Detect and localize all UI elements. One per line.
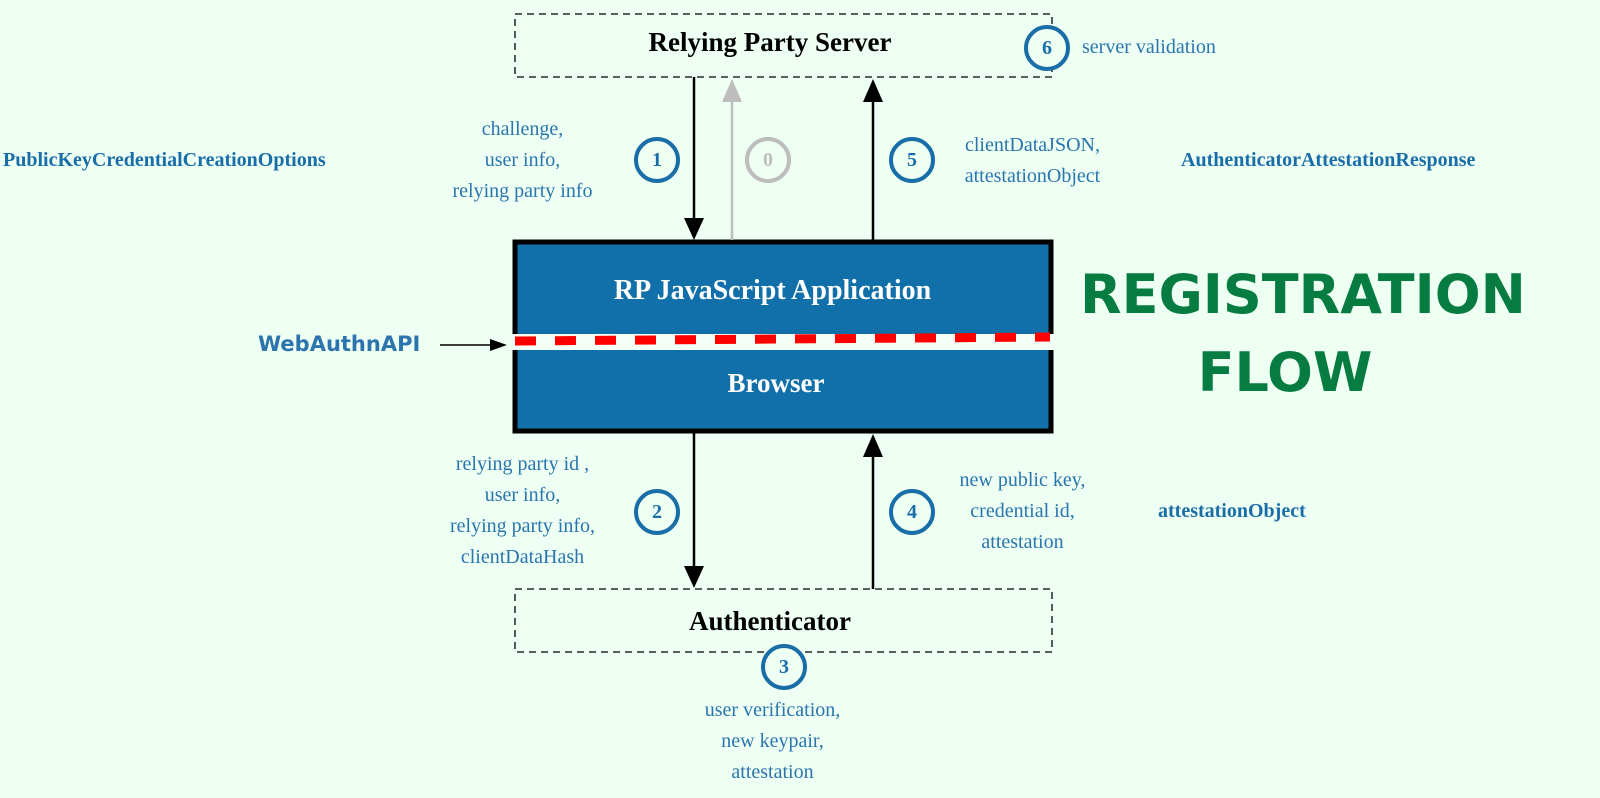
step-5-line: clientDataJSON,: [965, 134, 1100, 156]
title-line-1: REGISTRATION: [1080, 263, 1526, 326]
arrowhead-step-5: [863, 79, 883, 102]
attestation-object-type-label: attestationObject: [1158, 500, 1306, 522]
step-2-badge: 2: [634, 489, 680, 535]
step-3-badge: 3: [761, 644, 807, 690]
webauthn-api-label: WebAuthnAPI: [258, 332, 421, 356]
step-5-badge: 5: [889, 137, 935, 183]
step-6-line: server validation: [1082, 36, 1216, 58]
registration-flow-title: REGISTRATION FLOW: [1080, 256, 1526, 412]
step-0-badge: 0: [745, 137, 791, 183]
creation-options-type-label: PublicKeyCredentialCreationOptions: [3, 149, 326, 171]
step-2-line: relying party id ,: [455, 453, 590, 475]
step-1-line: relying party info: [452, 180, 593, 202]
step-1-line: challenge,: [481, 118, 564, 140]
webauthn-pointer-arrowhead: [490, 339, 507, 351]
step-1-line: user info,: [484, 149, 561, 171]
step-3-line: user verification,: [704, 699, 841, 721]
step-1-badge: 1: [634, 137, 680, 183]
step-6-badge: 6: [1024, 25, 1070, 71]
step-2-line: clientDataHash: [460, 546, 585, 568]
browser-title: Browser: [727, 368, 825, 398]
step-6-description: server validation: [1082, 32, 1216, 63]
step-5-description: clientDataJSON, attestationObject: [945, 130, 1120, 192]
step-3-line: attestation: [731, 761, 814, 783]
step-1-description: challenge, user info, relying party info: [430, 114, 615, 207]
step-5-line: attestationObject: [964, 165, 1101, 187]
rp-javascript-app-title: RP JavaScript Application: [613, 275, 932, 306]
step-4-description: new public key, credential id, attestati…: [930, 465, 1115, 558]
step-2-line: user info,: [484, 484, 561, 506]
step-4-line: attestation: [981, 531, 1064, 553]
title-line-2: FLOW: [1197, 341, 1373, 404]
attestation-response-type-label: AuthenticatorAttestationResponse: [1181, 149, 1476, 171]
step-3-description: user verification, new keypair, attestat…: [680, 695, 865, 788]
authenticator-title: Authenticator: [689, 606, 851, 636]
step-2-line: relying party info,: [450, 515, 595, 537]
step-4-badge: 4: [889, 489, 935, 535]
arrowhead-step-2: [684, 566, 704, 588]
relying-party-server-title: Relying Party Server: [648, 27, 892, 57]
step-3-line: new keypair,: [721, 730, 824, 752]
step-2-description: relying party id , user info, relying pa…: [430, 449, 615, 573]
arrowhead-step-4: [863, 434, 883, 457]
step-4-line: credential id,: [970, 500, 1075, 522]
step-4-line: new public key,: [959, 469, 1086, 491]
arrowhead-step-0: [722, 79, 742, 102]
arrowhead-step-1: [684, 218, 704, 240]
